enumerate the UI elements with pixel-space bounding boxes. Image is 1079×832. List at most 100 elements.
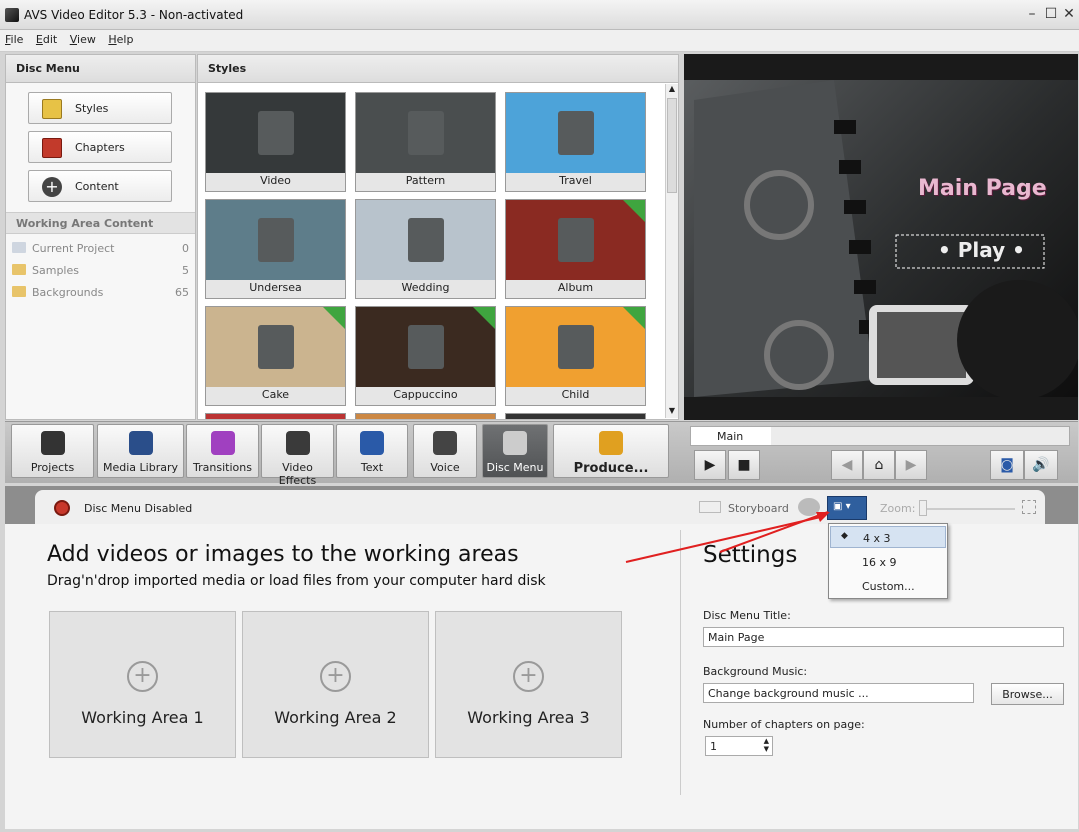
fullscreen-button[interactable]: ◙ <box>990 450 1024 480</box>
style-thumbnail <box>356 93 495 173</box>
minimize-button[interactable]: – <box>1024 6 1040 22</box>
disc-title-field[interactable]: Main Page <box>703 627 1064 647</box>
list-item-samples[interactable]: Samples 5 <box>6 261 195 281</box>
play-button[interactable]: ▶ <box>694 450 726 480</box>
browse-button[interactable]: Browse... <box>991 683 1064 705</box>
working-area-1[interactable]: + Working Area 1 <box>49 611 236 758</box>
option-custom[interactable]: Custom... <box>830 575 946 597</box>
style-tile-label: Video <box>260 174 291 187</box>
style-tile-pattern[interactable]: Pattern <box>355 92 496 192</box>
transitions-icon <box>210 431 235 455</box>
style-tile-wedding[interactable]: Wedding <box>355 199 496 299</box>
style-tile-album[interactable]: Album <box>505 199 646 299</box>
preview-screen: Main Page • Play • <box>684 80 1078 397</box>
zoom-fit-icon[interactable] <box>1022 500 1036 514</box>
toolbar-media-library-button[interactable]: Media Library <box>97 424 184 478</box>
styles-label: Styles <box>75 102 109 115</box>
add-icon: + <box>127 661 158 692</box>
stop-button[interactable]: ■ <box>728 450 760 480</box>
placeholder-person-icon <box>408 218 444 262</box>
chapters-stepper[interactable]: 1 ▲ ▼ <box>705 736 773 756</box>
toolbar-video-effects-button[interactable]: Video Effects <box>261 424 334 487</box>
option-label: 16 x 9 <box>862 556 897 569</box>
toolbar-text-button[interactable]: Text <box>336 424 408 478</box>
scroll-up-icon[interactable]: ▲ <box>666 84 678 96</box>
video-effects-icon <box>285 431 310 455</box>
placeholder-person-icon <box>408 325 444 369</box>
toolbar-projects-button[interactable]: Projects <box>11 424 94 478</box>
style-tile-video[interactable]: Video <box>205 92 346 192</box>
scroll-thumb[interactable] <box>667 98 677 193</box>
item-name: Backgrounds <box>32 286 104 299</box>
style-tile-partial[interactable] <box>505 413 646 419</box>
style-tile-cake[interactable]: Cake <box>205 306 346 406</box>
styles-scrollbar[interactable]: ▲ ▼ <box>665 84 678 418</box>
preview-play-button[interactable]: • Play • <box>938 238 1025 262</box>
content-button[interactable]: + Content <box>28 170 172 202</box>
stepper-arrows-icon[interactable]: ▲ ▼ <box>764 737 769 753</box>
working-area-label: Working Area 2 <box>274 708 397 727</box>
option-16x9[interactable]: 16 x 9 <box>830 551 946 573</box>
toolbar-disc-menu-button[interactable]: Disc Menu <box>482 424 548 478</box>
style-thumbnail <box>356 307 495 387</box>
maximize-button[interactable]: ☐ <box>1043 6 1059 22</box>
styles-button[interactable]: Styles <box>28 92 172 124</box>
style-tile-partial[interactable] <box>355 413 496 419</box>
option-label: Custom... <box>862 580 915 593</box>
film-hole <box>854 280 876 294</box>
option-4x3[interactable]: ◆ 4 x 3 <box>830 526 946 548</box>
home-button[interactable]: ⌂ <box>863 450 895 480</box>
style-tile-partial[interactable] <box>205 413 346 419</box>
toolbar-produce-button[interactable]: Produce... <box>553 424 669 478</box>
bg-music-label: Background Music: <box>703 665 808 678</box>
chapters-value: 1 <box>710 740 717 753</box>
chapters-icon <box>42 138 62 158</box>
title-bar: AVS Video Editor 5.3 - Non-activated – ☐… <box>0 0 1079 30</box>
track-label[interactable]: Main <box>691 427 771 445</box>
style-tile-travel[interactable]: Travel <box>505 92 646 192</box>
menu-help[interactable]: Help <box>103 30 137 46</box>
clapperboard-icon <box>40 431 65 455</box>
menu-view[interactable]: View <box>65 30 100 46</box>
app-icon <box>5 8 19 22</box>
style-tile-undersea[interactable]: Undersea <box>205 199 346 299</box>
close-button[interactable]: ✕ <box>1061 6 1077 22</box>
zoom-thumb[interactable] <box>919 500 927 516</box>
folder-icon <box>12 286 26 297</box>
volume-button[interactable]: 🔊 <box>1024 450 1058 480</box>
style-tile-label: Travel <box>559 174 592 187</box>
list-item-current-project[interactable]: Current Project 0 <box>6 239 195 259</box>
style-tile-cappuccino[interactable]: Cappuccino <box>355 306 496 406</box>
chapters-button[interactable]: Chapters <box>28 131 172 163</box>
disc-menu-icon <box>503 431 527 455</box>
microphone-icon <box>433 431 457 455</box>
menu-edit[interactable]: Edit <box>31 30 61 46</box>
next-button[interactable]: ▶ <box>895 450 927 480</box>
toolbar-button-label: Media Library <box>103 461 178 474</box>
content-plus-icon: + <box>42 177 62 197</box>
menu-file[interactable]: File <box>0 30 27 46</box>
style-tile-label: Album <box>557 281 594 294</box>
aspect-ratio-dropdown: ◆ 4 x 3 16 x 9 Custom... <box>828 523 948 599</box>
toolbar-transitions-button[interactable]: Transitions <box>186 424 259 478</box>
preview-title: Main Page <box>918 176 1047 201</box>
prev-button[interactable]: ◀ <box>831 450 863 480</box>
style-tile-label: Undersea <box>249 281 302 294</box>
style-tile-child[interactable]: Child <box>505 306 646 406</box>
working-area-3[interactable]: + Working Area 3 <box>435 611 622 758</box>
toolbar-voice-button[interactable]: Voice <box>413 424 477 478</box>
disc-disabled-icon <box>54 500 70 516</box>
list-item-backgrounds[interactable]: Backgrounds 65 <box>6 283 195 303</box>
placeholder-person-icon <box>558 218 594 262</box>
item-count: 65 <box>175 286 189 299</box>
bg-music-field[interactable]: Change background music ... <box>703 683 974 703</box>
style-tile-label: Wedding <box>401 281 450 294</box>
zoom-slider[interactable] <box>919 508 1015 510</box>
film-hole <box>834 120 856 134</box>
style-tile-label: Pattern <box>405 174 446 187</box>
working-area-label: Working Area 3 <box>467 708 590 727</box>
scroll-down-icon[interactable]: ▼ <box>666 406 678 418</box>
add-icon: + <box>513 661 544 692</box>
working-area-2[interactable]: + Working Area 2 <box>242 611 429 758</box>
style-thumbnail <box>506 200 645 280</box>
